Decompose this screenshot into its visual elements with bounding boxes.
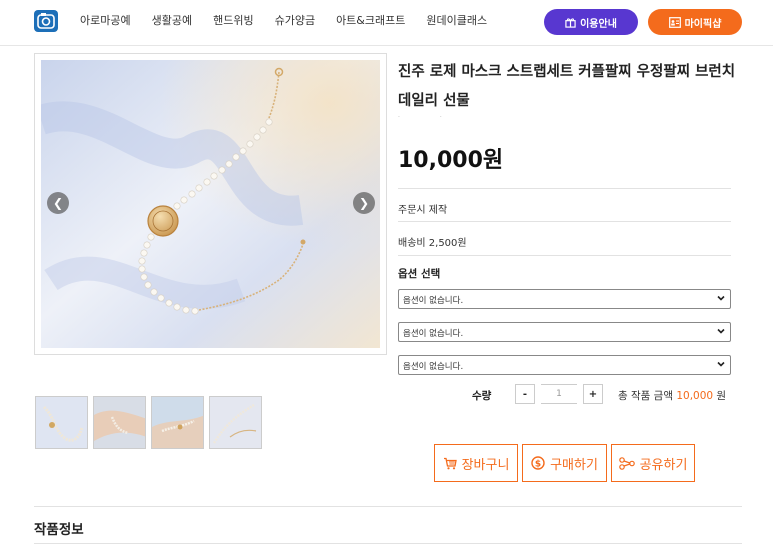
nav-item-sugar[interactable]: 슈가양금 — [275, 12, 315, 28]
quantity-increase-button[interactable]: + — [583, 384, 603, 404]
option-label: 옵션 선택 — [398, 268, 441, 280]
nav-item-weaving[interactable]: 핸드위빙 — [213, 12, 253, 28]
nav-item-art-craft[interactable]: 아트&크래프트 — [336, 12, 405, 28]
title-dots: ·· — [398, 114, 482, 121]
main-nav: 아로마공예 생활공예 핸드위빙 슈가양금 아트&크래프트 원데이클래스 — [80, 12, 508, 28]
section-divider — [34, 543, 742, 544]
total-amount: 10,000 — [676, 390, 714, 402]
option-select-2[interactable]: 옵션이 없습니다. — [398, 322, 731, 342]
share-button-label: 공유하기 — [639, 457, 688, 473]
logo-icon[interactable] — [34, 10, 58, 32]
quantity-label: 수량 — [472, 390, 492, 402]
made-to-order-text: 주문시 제작 — [398, 205, 448, 216]
product-photo — [41, 60, 380, 348]
total-price: 총 작품 금액 10,000 원 — [618, 388, 726, 403]
share-button[interactable]: 공유하기 — [611, 444, 695, 482]
thumbnail-list — [35, 396, 262, 449]
shipping-fee-text: 배송비 2,500원 — [398, 238, 467, 249]
share-icon — [618, 456, 635, 470]
option-select-1[interactable]: 옵션이 없습니다. — [398, 289, 731, 309]
guide-button[interactable]: 이용안내 — [544, 9, 638, 35]
chevron-down-icon — [717, 295, 725, 301]
thumbnail-3[interactable] — [151, 396, 204, 449]
quantity-input[interactable]: 1 — [541, 384, 577, 404]
chevron-down-icon — [717, 328, 725, 334]
nav-item-aroma[interactable]: 아로마공예 — [80, 12, 131, 28]
option-select-3-value: 옵션이 없습니다. — [403, 362, 464, 372]
total-suffix: 원 — [716, 390, 727, 402]
thumbnail-2[interactable] — [93, 396, 146, 449]
chevron-left-icon: ❮ — [52, 196, 64, 210]
action-buttons: 장바구니 $ 구매하기 공유하기 — [434, 444, 695, 482]
product-main-image: ❮ ❯ — [34, 53, 387, 355]
thumbnail-4[interactable] — [209, 396, 262, 449]
thumbnail-1[interactable] — [35, 396, 88, 449]
product-title: 진주 로제 마스크 스트랩세트 커플팔찌 우정팔찌 브런치 데일리 선물 — [398, 64, 736, 109]
option-select-3[interactable]: 옵션이 없습니다. — [398, 355, 731, 375]
mypage-button[interactable]: 마이픽샵 — [648, 9, 742, 35]
gift-icon — [565, 17, 576, 28]
next-image-button[interactable]: ❯ — [353, 192, 375, 214]
quantity-decrease-button[interactable]: - — [515, 384, 535, 404]
top-header: 아로마공예 생활공예 핸드위빙 슈가양금 아트&크래프트 원데이클래스 이용안내… — [0, 0, 773, 46]
cart-button-label: 장바구니 — [461, 457, 510, 473]
cart-button[interactable]: 장바구니 — [434, 444, 518, 482]
section-title: 작품정보 — [34, 522, 84, 538]
product-price: 10,000원 — [398, 148, 504, 173]
section-divider — [34, 506, 742, 507]
option-select-2-value: 옵션이 없습니다. — [403, 329, 464, 339]
nav-item-life[interactable]: 생활공예 — [152, 12, 192, 28]
chevron-right-icon: ❯ — [358, 196, 370, 210]
cart-icon — [443, 457, 457, 469]
chevron-down-icon — [717, 361, 725, 367]
svg-text:$: $ — [535, 459, 541, 469]
total-prefix: 총 작품 금액 — [618, 390, 673, 402]
divider — [398, 221, 731, 222]
guide-button-label: 이용안내 — [580, 18, 617, 30]
quantity-stepper: - 1 + — [515, 384, 603, 404]
id-card-icon — [668, 16, 681, 28]
mypage-button-label: 마이픽샵 — [684, 18, 722, 30]
divider — [398, 255, 731, 256]
prev-image-button[interactable]: ❮ — [47, 192, 69, 214]
buy-button[interactable]: $ 구매하기 — [522, 444, 607, 482]
nav-item-oneday[interactable]: 원데이클래스 — [426, 12, 487, 28]
divider — [398, 188, 731, 189]
coin-icon: $ — [531, 456, 545, 470]
buy-button-label: 구매하기 — [550, 457, 598, 473]
option-select-1-value: 옵션이 없습니다. — [403, 296, 464, 306]
